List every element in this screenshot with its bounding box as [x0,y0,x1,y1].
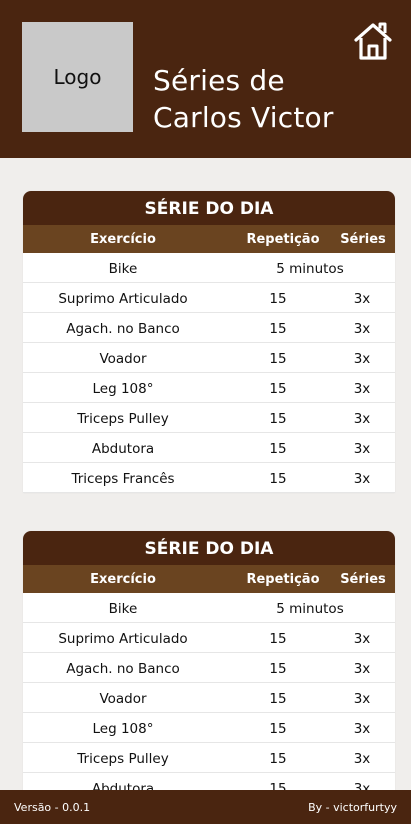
exercise-cell: Suprimo Articulado [58,291,188,307]
version-label: Versão - 0.0.1 [14,801,91,814]
reps-cell: 15 [269,321,287,337]
sets-cell: 3x [353,381,371,397]
exercise-cell: Suprimo Articulado [58,631,188,647]
sets-cell: 3x [353,351,371,367]
table-header: Exercício Repetição Séries [23,565,395,593]
column-header-sets: Séries [340,232,386,247]
sets-cell: 3x [353,751,371,767]
table-row: Bike 5 minutos [23,593,395,623]
page-title-line-2: Carlos Victor [153,101,334,134]
exercise-cell: Bike [108,261,138,277]
exercise-cell: Leg 108° [92,721,154,737]
exercise-cell: Triceps Pulley [77,751,169,767]
exercise-cell: Abdutora [91,441,155,457]
reps-cell: 15 [269,631,287,647]
exercise-cell: Voador [99,691,147,707]
sets-cell: 3x [353,291,371,307]
sets-cell: 3x [353,721,371,737]
table-row: Agach. no Banco 15 3x [23,653,395,683]
sets-cell: 3x [353,631,371,647]
exercise-cell: Triceps Pulley [77,411,169,427]
series-card: SÉRIE DO DIA Exercício Repetição Séries Bike… [23,191,395,493]
author-label: By - victorfurtyy [308,801,397,814]
table-row: Voador 15 3x [23,683,395,713]
reps-cell: 15 [269,471,287,487]
reps-cell: 15 [269,751,287,767]
sets-cell: 3x [353,471,371,487]
exercise-cell: Bike [108,601,138,617]
reps-cell: 15 [269,721,287,737]
sets-cell: 3x [353,691,371,707]
exercise-cell: Agach. no Banco [66,661,180,677]
reps-cell: 15 [269,691,287,707]
table-row: Triceps Pulley 15 3x [23,403,395,433]
table-row: Triceps Francês 15 3x [23,463,395,493]
reps-cell: 15 [269,411,287,427]
column-header-sets: Séries [340,572,386,587]
exercise-cell: Voador [99,351,147,367]
sets-cell: 3x [353,441,371,457]
column-header-exercise: Exercício [90,572,156,587]
table-row: Voador 15 3x [23,343,395,373]
page-title-line-1: Séries de [153,64,285,97]
series-card: SÉRIE DO DIA Exercício Repetição Séries Bike… [23,531,395,803]
app-footer: Versão - 0.0.1 By - victorfurtyy [0,790,411,824]
exercise-cell: Leg 108° [92,381,154,397]
column-header-reps: Repetição [246,572,320,587]
exercise-cell: Triceps Francês [71,471,175,487]
table-row: Agach. no Banco 15 3x [23,313,395,343]
reps-cell: 5 minutos [276,601,344,617]
column-header-reps: Repetição [246,232,320,247]
reps-cell: 15 [269,381,287,397]
sets-cell: 3x [353,321,371,337]
reps-cell: 15 [269,291,287,307]
table-header: Exercício Repetição Séries [23,225,395,253]
logo-text: Logo [53,65,102,89]
app-header: Logo Séries de Carlos Victor [0,0,411,158]
table-row: Leg 108° 15 3x [23,713,395,743]
card-title: SÉRIE DO DIA [23,531,395,565]
reps-cell: 15 [269,351,287,367]
column-header-exercise: Exercício [90,232,156,247]
sets-cell: 3x [353,411,371,427]
reps-cell: 15 [269,441,287,457]
table-row: Abdutora 15 3x [23,433,395,463]
sets-cell: 3x [353,661,371,677]
exercise-cell: Agach. no Banco [66,321,180,337]
reps-cell: 15 [269,661,287,677]
card-title: SÉRIE DO DIA [23,191,395,225]
page-title: Séries de Carlos Victor [153,62,334,136]
reps-cell: 5 minutos [276,261,344,277]
table-row: Triceps Pulley 15 3x [23,743,395,773]
table-row: Suprimo Articulado 15 3x [23,283,395,313]
table-row: Suprimo Articulado 15 3x [23,623,395,653]
table-row: Leg 108° 15 3x [23,373,395,403]
logo: Logo [22,22,133,132]
table-row: Bike 5 minutos [23,253,395,283]
home-icon[interactable] [352,20,394,62]
